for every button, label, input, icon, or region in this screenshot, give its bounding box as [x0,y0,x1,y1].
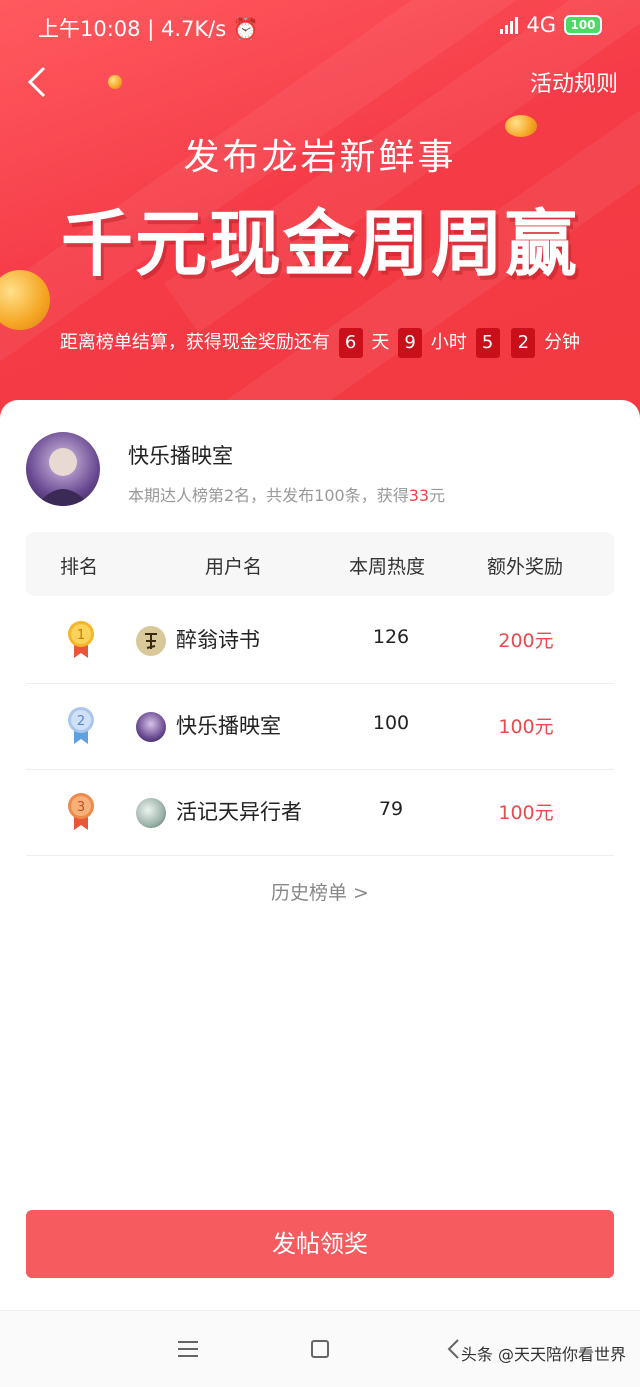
home-icon[interactable] [311,1340,329,1358]
system-nav-bar: 头条 @天天陪你看世界 [0,1310,640,1387]
table-header: 排名 用户名 本周热度 额外奖励 [26,532,614,596]
header-rank: 排名 [60,556,99,578]
countdown-minutes-unit: 分钟 [544,332,581,353]
avatar[interactable] [136,626,166,656]
table-row[interactable]: 2 快乐播映室 100 100元 [26,684,614,770]
post-for-reward-button[interactable]: 发帖领奖 [26,1210,614,1278]
header-username: 用户名 [205,556,263,578]
calligraphy-icon [145,633,157,649]
svg-text:1: 1 [77,628,85,643]
leaderboard-card: 快乐播映室 本期达人榜第2名，共发布100条，获得33元 排名 用户名 本周热度… [0,400,640,1310]
my-earnings: 33 [408,486,430,505]
row-reward: 200元 [498,630,554,652]
countdown: 距离榜单结算，获得现金奖励还有 6 天 9 小时 5 2 分钟 [0,328,640,358]
status-left: 上午10:08 | 4.7K/s ⏰ [38,17,260,41]
silver-medal-icon: 2 [68,707,94,744]
chevron-left-icon [27,66,46,98]
banner: 上午10:08 | 4.7K/s ⏰ 4G 100 活动规则 发布龙岩新鲜事 千… [0,0,640,440]
alarm-icon: ⏰ [232,17,260,41]
watermark: 头条 @天天陪你看世界 [460,1345,626,1364]
menu-icon[interactable] [178,1341,198,1357]
table-row[interactable]: 3 活记天异行者 79 100元 [26,770,614,856]
banner-headline: 千元现金周周赢 [60,202,579,286]
svg-text:3: 3 [77,800,85,815]
battery-icon: 100 [564,15,602,35]
my-username: 快乐播映室 [128,444,233,468]
status-bar: 上午10:08 | 4.7K/s ⏰ 4G 100 [0,0,640,52]
countdown-prefix: 距离榜单结算，获得现金奖励还有 [59,332,330,353]
row-username: 快乐播映室 [176,714,281,738]
bronze-medal-icon: 3 [68,793,94,830]
row-reward: 100元 [498,802,554,824]
history-leaderboard-link[interactable]: 历史榜单 > [0,878,640,905]
header-reward: 额外奖励 [487,556,564,578]
row-heat: 126 [372,626,410,648]
countdown-minutes-tens: 5 [475,328,500,358]
countdown-days: 6 [338,328,363,358]
avatar[interactable] [26,432,100,506]
row-heat: 79 [378,798,404,820]
countdown-minutes-ones: 2 [511,328,536,358]
row-reward: 100元 [498,716,554,738]
coin-decoration [108,75,122,89]
avatar[interactable] [136,798,166,828]
status-time: 上午10:08 [38,17,141,41]
network-label: 4G [526,13,556,37]
status-right: 4G 100 [500,13,602,37]
countdown-hours-unit: 小时 [430,332,467,353]
gold-medal-icon: 1 [68,621,94,658]
header-heat: 本周热度 [349,556,426,578]
status-speed: 4.7K/s [160,17,227,41]
countdown-hours: 9 [398,328,423,358]
row-username: 活记天异行者 [176,800,302,824]
row-heat: 100 [372,712,410,734]
svg-text:2: 2 [77,714,85,729]
signal-icon [500,16,519,34]
countdown-days-unit: 天 [371,332,390,353]
table-row[interactable]: 1 醉翁诗书 126 200元 [26,598,614,684]
row-username: 醉翁诗书 [176,628,260,652]
back-button[interactable] [22,62,62,102]
my-rank-summary: 本期达人榜第2名，共发布100条，获得33元 [128,486,446,505]
banner-subtitle: 发布龙岩新鲜事 [183,137,457,178]
person-icon [36,448,90,506]
rules-button[interactable]: 活动规则 [530,66,618,98]
avatar[interactable] [136,712,166,742]
